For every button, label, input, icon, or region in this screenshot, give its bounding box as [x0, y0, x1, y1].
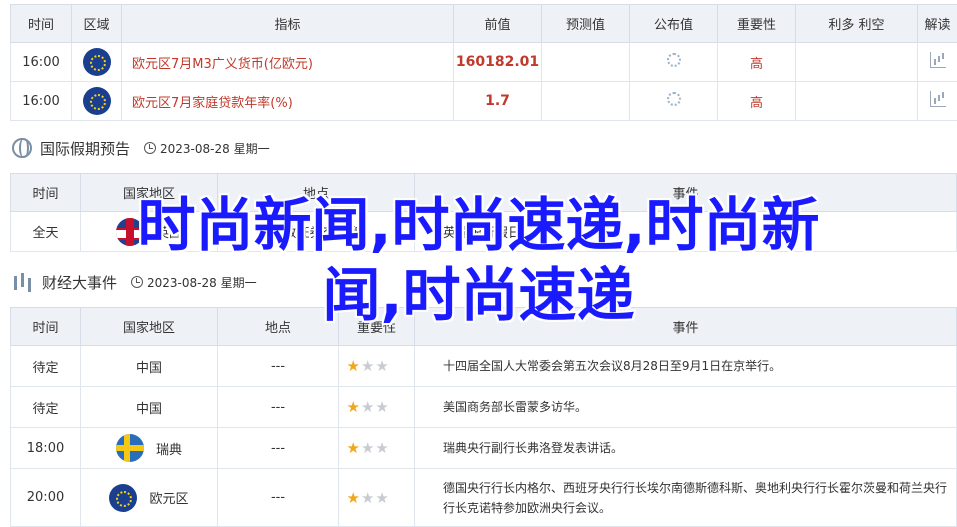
clock-icon — [144, 142, 157, 154]
section-title: 国际假期预告 — [40, 139, 131, 158]
place-name: --- — [217, 386, 339, 428]
table-row: 20:00 欧元区 --- ★★★ 德国央行行长内格尔、西班牙央行行长埃尔南德斯… — [10, 468, 957, 527]
star-icon: ★★ — [360, 439, 390, 457]
events-table: 时间 国家地区 地点 重要性 事件 待定 中国 --- ★★★ 十四届全国人大常… — [10, 307, 957, 527]
holiday-section-header: 国际假期预告 2023-08-28 星期一 — [12, 135, 270, 161]
row-time: 20:00 — [10, 468, 81, 527]
header-indicator: 指标 — [121, 4, 454, 43]
star-rating: ★★★ — [347, 489, 407, 507]
table-row: 待定 中国 --- ★★★ 十四届全国人大常委会第五次会议8月28日至9月1日在… — [10, 345, 957, 387]
header-forecast: 预测值 — [541, 4, 630, 43]
section-date: 2023-08-28 星期一 — [160, 141, 270, 156]
star-rating: ★★★ — [347, 398, 407, 416]
header-previous: 前值 — [453, 4, 542, 43]
star-icon: ★ — [346, 398, 361, 416]
header-importance: 重要性 — [717, 4, 796, 43]
table-row: 16:00 欧元区7月M3广义货币(亿欧元) 160182.01 高 — [10, 42, 957, 82]
star-icon: ★ — [346, 439, 361, 457]
table-row: 16:00 欧元区7月家庭贷款年率(%) 1.7 高 — [10, 81, 957, 121]
impact-value — [795, 81, 918, 121]
place-name: --- — [217, 468, 339, 527]
chart-icon[interactable] — [929, 52, 946, 68]
place-name: --- — [217, 345, 339, 387]
previous-value: 1.7 — [453, 81, 542, 121]
event-text: 十四届全国人大常委会第五次会议8月28日至9月1日在京举行。 — [414, 345, 957, 387]
importance-value: 高 — [717, 42, 796, 82]
forecast-value — [541, 42, 630, 82]
indicator-table: 时间 区域 指标 前值 预测值 公布值 重要性 利多 利空 解读 16:00 欧… — [10, 4, 957, 121]
country-name: 中国 — [80, 386, 218, 428]
overlay-line-1: 时尚新闻,时尚速递,时尚新 — [137, 191, 820, 259]
globe-icon — [12, 138, 32, 158]
row-time: 16:00 — [10, 81, 72, 121]
event-text: 瑞典央行副行长弗洛登发表讲话。 — [414, 427, 957, 469]
chart-icon[interactable] — [929, 91, 946, 107]
eu-flag-icon — [82, 87, 111, 115]
loading-icon — [666, 92, 681, 106]
star-icon: ★★ — [360, 357, 390, 375]
header-actual: 公布值 — [629, 4, 718, 43]
importance-value: 高 — [717, 81, 796, 121]
header-impact: 利多 利空 — [795, 4, 918, 43]
table-row: 待定 中国 --- ★★★ 美国商务部长雷蒙多访华。 — [10, 386, 957, 428]
analysis-cell[interactable] — [917, 81, 957, 121]
overlay-headline: 时尚新闻,时尚速递,时尚新 闻,时尚速递 — [0, 190, 957, 330]
indicator-link[interactable]: 欧元区7月M3广义货币(亿欧元) — [121, 42, 454, 82]
header-time: 时间 — [10, 4, 72, 43]
star-rating: ★★★ — [347, 439, 407, 457]
impact-value — [795, 42, 918, 82]
eu-flag-icon — [109, 483, 138, 512]
row-time: 16:00 — [10, 42, 72, 82]
country-name: 瑞典 — [155, 442, 182, 458]
row-time: 18:00 — [10, 427, 81, 469]
star-rating: ★★★ — [347, 357, 407, 375]
row-time: 待定 — [10, 386, 81, 428]
country-name: 中国 — [80, 345, 218, 387]
header-region: 区域 — [71, 4, 122, 43]
sweden-flag-icon — [115, 434, 144, 462]
event-text: 德国央行行长内格尔、西班牙央行行长埃尔南德斯德科斯、奥地利央行行长霍尔茨曼和荷兰… — [414, 468, 957, 527]
star-icon: ★ — [346, 357, 361, 375]
place-name: --- — [217, 427, 339, 469]
star-icon: ★★ — [360, 398, 390, 416]
table-row: 18:00 瑞典 --- ★★★ 瑞典央行副行长弗洛登发表讲话。 — [10, 427, 957, 469]
star-icon: ★ — [346, 488, 361, 507]
loading-icon — [666, 53, 681, 67]
overlay-line-2: 闻,时尚速递 — [322, 261, 635, 329]
header-analysis: 解读 — [917, 4, 957, 43]
indicator-link[interactable]: 欧元区7月家庭贷款年率(%) — [121, 81, 454, 121]
eu-flag-icon — [82, 48, 111, 76]
forecast-value — [541, 81, 630, 121]
indicator-header-row: 时间 区域 指标 前值 预测值 公布值 重要性 利多 利空 解读 — [10, 4, 957, 43]
analysis-cell[interactable] — [917, 42, 957, 82]
star-icon: ★★ — [360, 488, 390, 507]
country-name: 欧元区 — [149, 492, 189, 507]
row-time: 待定 — [10, 345, 81, 387]
event-text: 美国商务部长雷蒙多访华。 — [414, 386, 957, 428]
previous-value: 160182.01 — [453, 42, 542, 82]
